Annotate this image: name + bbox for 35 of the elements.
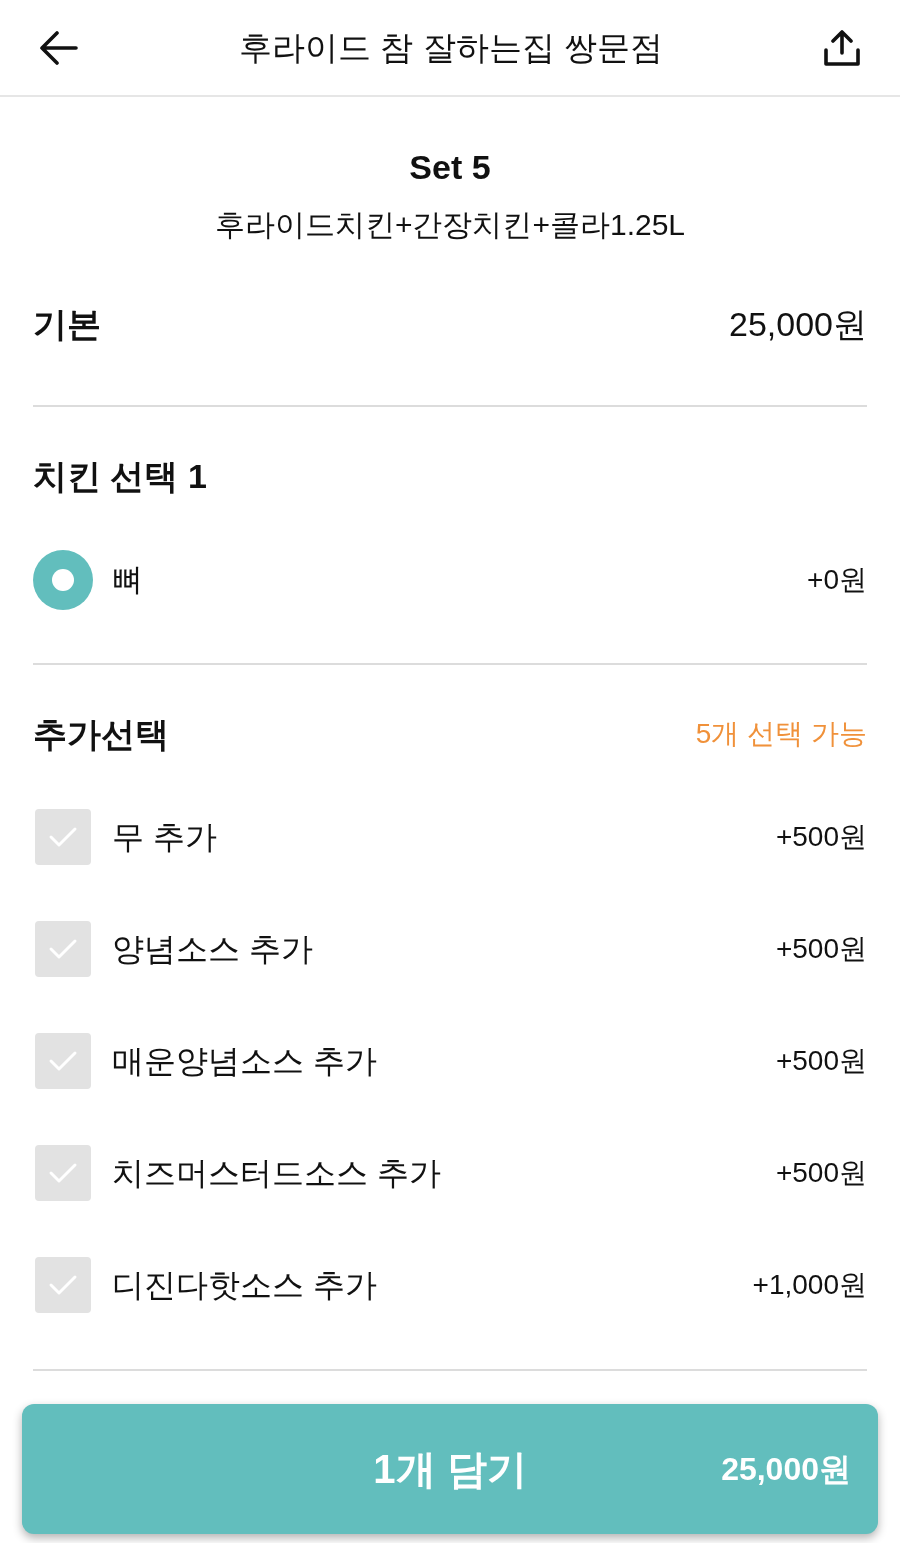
option-price: +500원 [775,1044,867,1078]
checkbox[interactable] [35,1033,91,1089]
check-icon [48,938,78,960]
option-price: +0원 [807,563,867,597]
option-label: 무 추가 [112,818,217,857]
menu-description: 후라이드치킨+간장치킨+콜라1.25L [214,207,686,243]
checkbox[interactable] [35,809,91,865]
radio-button[interactable] [33,550,93,610]
option-price: +1,000원 [752,1268,867,1302]
menu-name: Set 5 [409,147,491,187]
store-title: 후라이드 참 잘하는집 쌍문점 [239,27,663,68]
option-price: +500원 [775,820,867,854]
add-to-cart-button[interactable]: 1개 담기 25,000원 [22,1404,878,1534]
checkbox[interactable] [35,921,91,977]
check-icon [48,1050,78,1072]
base-price: 25,000원 [729,304,867,344]
back-arrow-icon[interactable] [40,30,78,65]
option-label: 뼈 [112,560,143,599]
check-icon [48,826,78,848]
cart-total-price: 25,000원 [721,1450,851,1489]
share-icon[interactable] [824,29,860,66]
option-label: 치즈머스터드소스 추가 [112,1154,441,1193]
check-icon [48,1162,78,1184]
option-label: 매운양념소스 추가 [112,1042,377,1081]
option-label: 양념소스 추가 [112,930,313,969]
checkbox[interactable] [35,1257,91,1313]
check-icon [48,1274,78,1296]
checkbox[interactable] [35,1145,91,1201]
option-label: 디진다핫소스 추가 [112,1266,377,1305]
base-label: 기본 [33,304,101,344]
section-title: 추가선택 [33,713,169,755]
section-title: 치킨 선택 1 [33,455,207,497]
option-price: +500원 [775,932,867,966]
option-price: +500원 [775,1156,867,1190]
selection-limit: 5개 선택 가능 [695,717,867,751]
